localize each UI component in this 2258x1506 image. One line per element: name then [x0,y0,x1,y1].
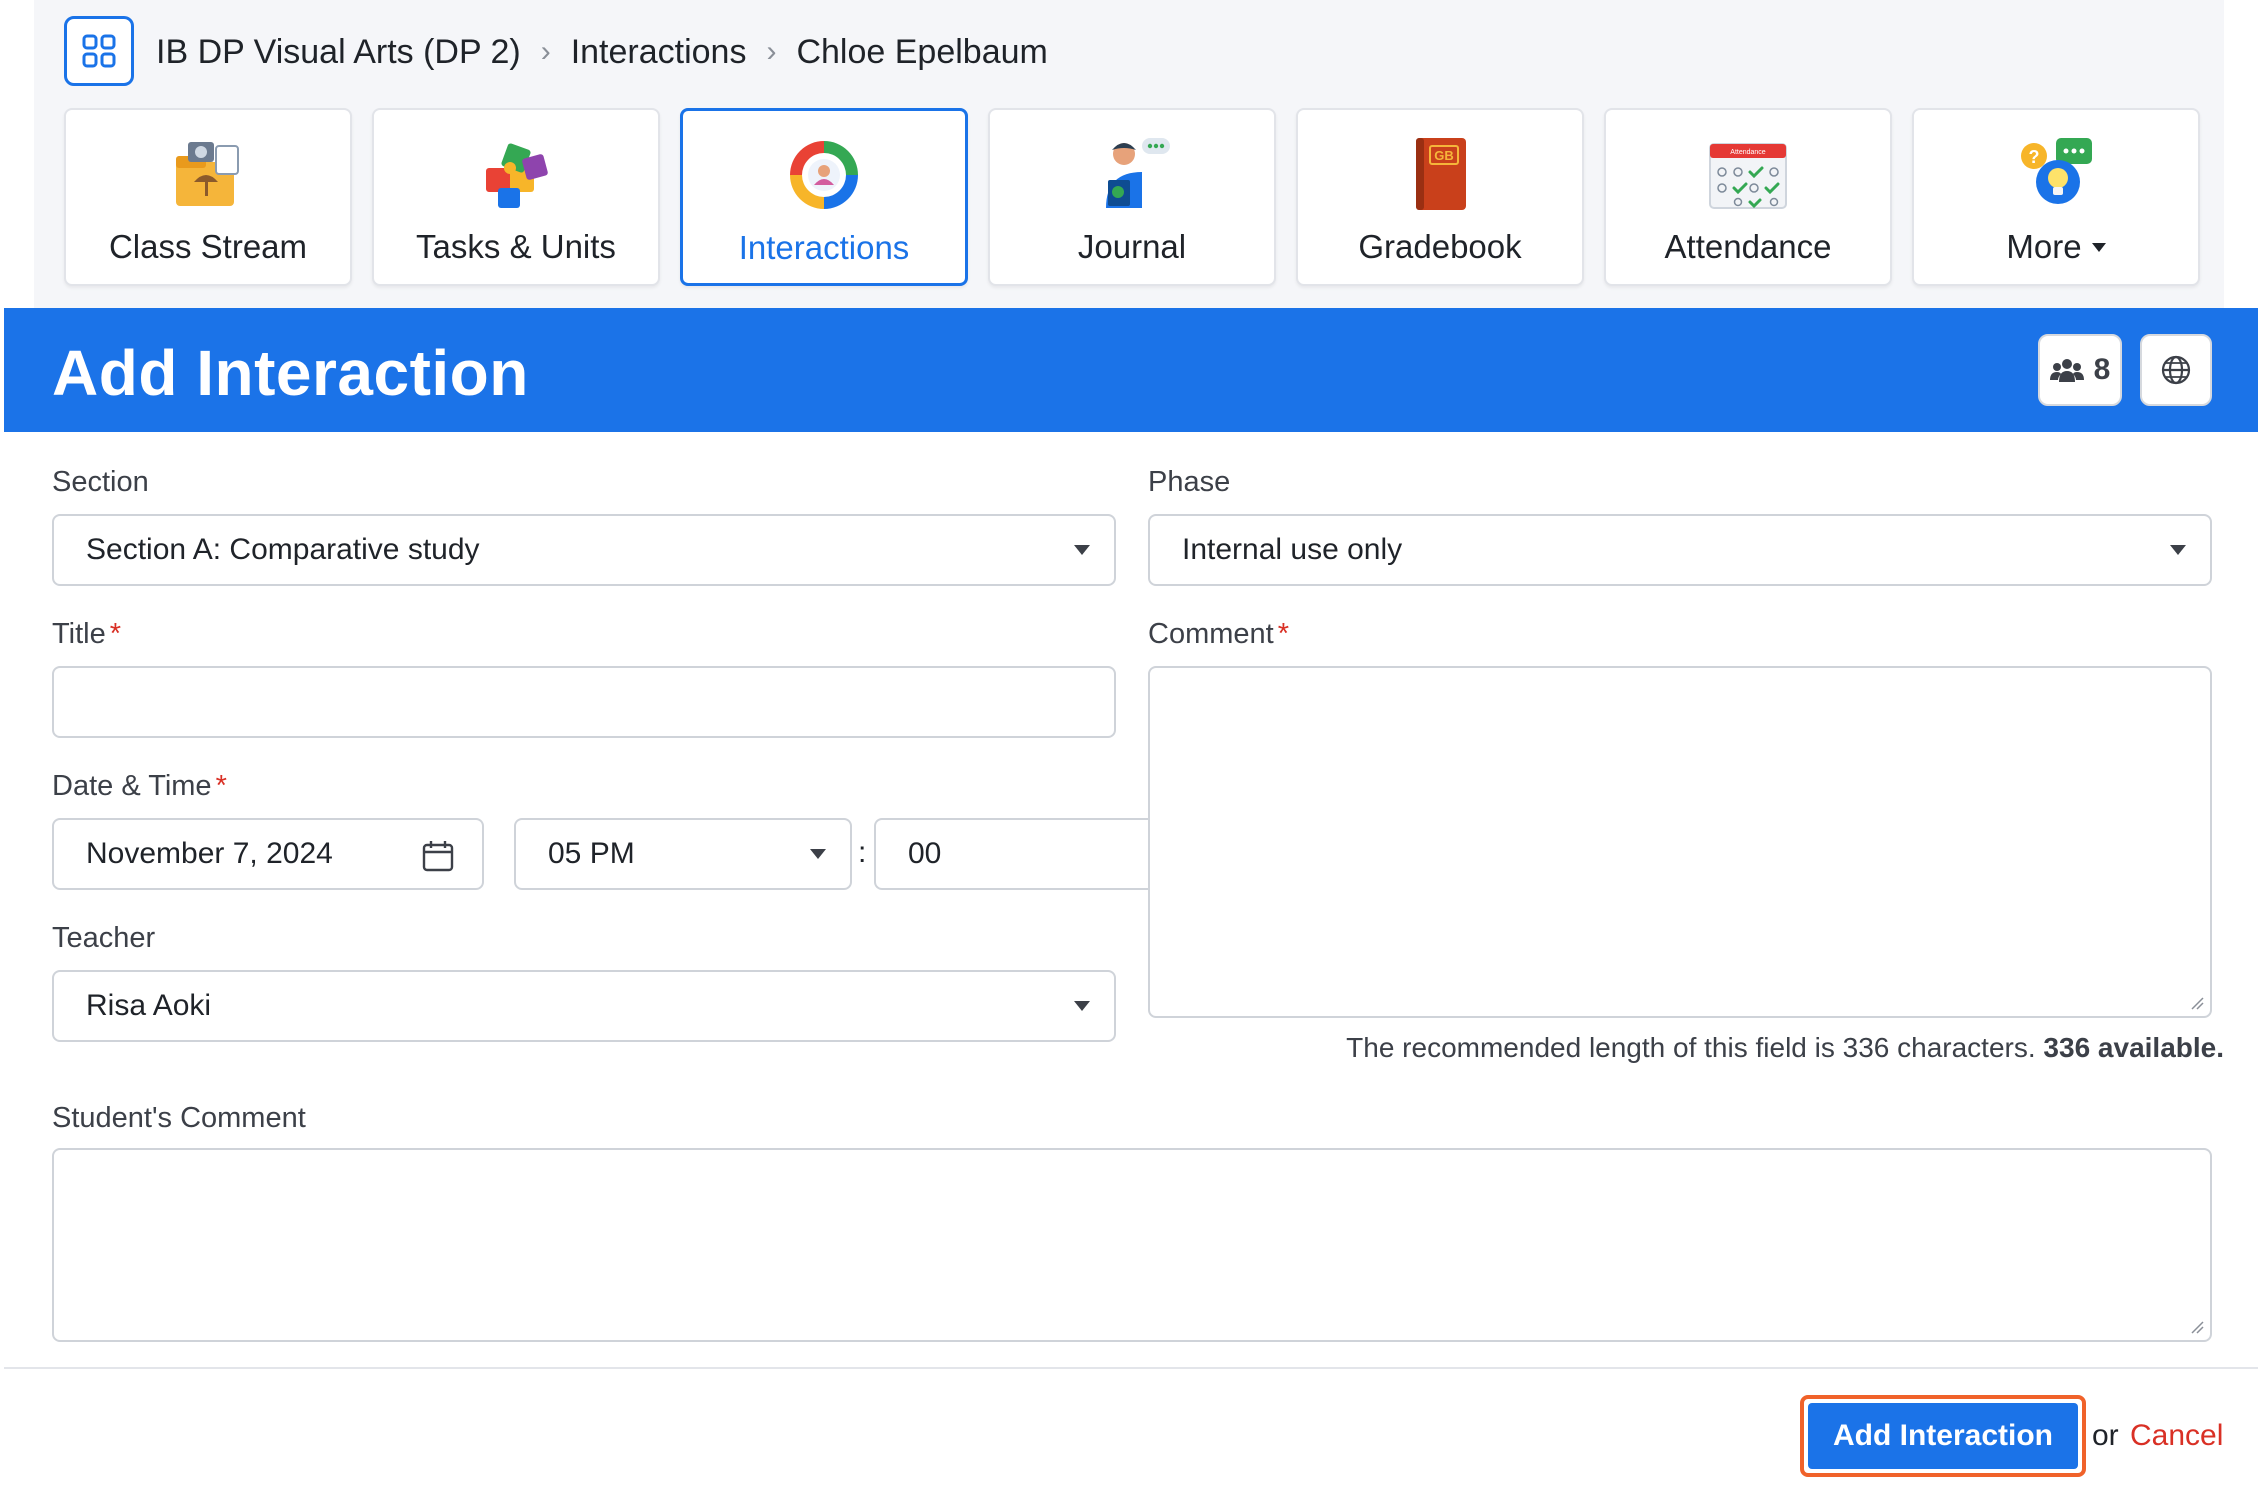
resize-grip-icon[interactable] [2190,1320,2204,1334]
tab-gradebook[interactable]: GB Gradebook [1296,108,1584,286]
minute-value: 00 [908,837,942,870]
caret-down-icon [810,849,826,859]
tab-label: Journal [1077,228,1187,265]
tab-interactions[interactable]: Interactions [680,108,968,286]
breadcrumb-interactions[interactable]: Interactions [571,33,747,72]
form-footer: Add Interaction or Cancel [4,1369,2258,1506]
comment-textarea[interactable] [1148,666,2212,1018]
phase-select[interactable]: Internal use only [1148,514,2212,586]
language-button[interactable] [2140,334,2212,406]
grid-icon [82,34,116,68]
student-comment-textarea[interactable] [52,1148,2212,1342]
interactions-cycle-icon [790,141,858,209]
teacher-label: Teacher [52,922,156,954]
date-input[interactable]: November 7, 2024 [52,818,484,890]
svg-text:?: ? [2029,147,2040,167]
student-comment-label: Student's Comment [52,1102,306,1134]
tab-bar: Class Stream Tasks & Units Interactions [64,108,2200,286]
section-select[interactable]: Section A: Comparative study [52,514,1116,586]
chevron-right-icon: › [766,35,777,68]
comment-label: Comment * [1148,618,1289,651]
journal-person-icon [1106,138,1170,208]
class-stream-icon [176,142,239,206]
tab-label: More [2006,228,2082,265]
tab-class-stream[interactable]: Class Stream [64,108,352,286]
title-label-text: Title [52,618,106,650]
submit-focus-ring: Add Interaction [1800,1395,2086,1477]
hour-value: 05 PM [548,837,635,870]
required-mark: * [1277,618,1289,650]
tab-journal[interactable]: Journal [988,108,1276,286]
people-icon [2049,359,2084,382]
date-value: November 7, 2024 [86,837,333,870]
tab-tasks-units[interactable]: Tasks & Units [372,108,660,286]
required-mark: * [215,770,227,802]
teacher-value: Risa Aoki [86,989,212,1022]
caret-down-icon [2091,242,2106,252]
caret-down-icon [1074,545,1090,555]
title-label: Title * [52,618,121,651]
question-bulb-icon: ? [2021,138,2092,204]
participants-button[interactable]: 8 [2038,334,2122,406]
caret-down-icon [1074,1001,1090,1011]
datetime-label: Date & Time * [52,770,227,803]
attendance-badge: Attendance [1730,149,1766,156]
tab-label: Interactions [738,229,910,266]
teacher-select[interactable]: Risa Aoki [52,970,1116,1042]
comment-length-hint: The recommended length of this field is … [1346,1032,2224,1064]
tab-label: Gradebook [1358,228,1522,265]
page-header: Add Interaction 8 [4,308,2258,432]
tab-label: Attendance [1664,228,1832,265]
section-value: Section A: Comparative study [86,533,480,566]
globe-icon [2161,355,2191,385]
chevron-right-icon: › [540,35,551,68]
tab-label: Tasks & Units [416,228,616,265]
hint-text: The recommended length of this field is … [1346,1032,2036,1063]
phase-label: Phase [1148,466,1231,498]
gradebook-badge: GB [1434,148,1454,163]
cancel-link[interactable]: Cancel [2130,1419,2223,1453]
datetime-label-text: Date & Time [52,770,212,802]
add-interaction-button[interactable]: Add Interaction [1808,1403,2078,1469]
breadcrumb-student: Chloe Epelbaum [796,32,1048,71]
participants-count: 8 [2093,353,2111,386]
minute-input[interactable]: 00 [874,818,1148,890]
caret-down-icon [2170,545,2186,555]
required-mark: * [109,618,122,650]
breadcrumb: IB DP Visual Arts (DP 2) › Interactions … [156,28,1048,76]
tab-label: Class Stream [108,228,308,265]
tab-attendance[interactable]: Attendance Attendance [1604,108,1892,286]
tab-more[interactable]: ? More [1912,108,2200,286]
page-title: Add Interaction [52,337,529,409]
or-text: or [2092,1419,2119,1452]
add-interaction-form: Section Section A: Comparative study Pha… [4,432,2258,1367]
title-input[interactable] [52,666,1116,738]
breadcrumb-course[interactable]: IB DP Visual Arts (DP 2) [156,33,521,72]
hint-available: 336 available. [2043,1032,2224,1063]
phase-value: Internal use only [1182,533,1403,566]
attendance-calendar-icon: Attendance [1709,143,1787,209]
hour-select[interactable]: 05 PM [514,818,852,890]
section-label: Section [52,466,149,498]
tab-label-wrap: More [2006,228,2106,266]
calendar-icon[interactable] [422,840,454,872]
gradebook-book-icon: GB [1416,138,1466,210]
apps-grid-button[interactable] [64,16,134,86]
time-separator: : [858,836,867,869]
comment-label-text: Comment [1148,618,1274,650]
puzzle-icon [486,143,548,208]
resize-grip-icon[interactable] [2190,996,2204,1010]
